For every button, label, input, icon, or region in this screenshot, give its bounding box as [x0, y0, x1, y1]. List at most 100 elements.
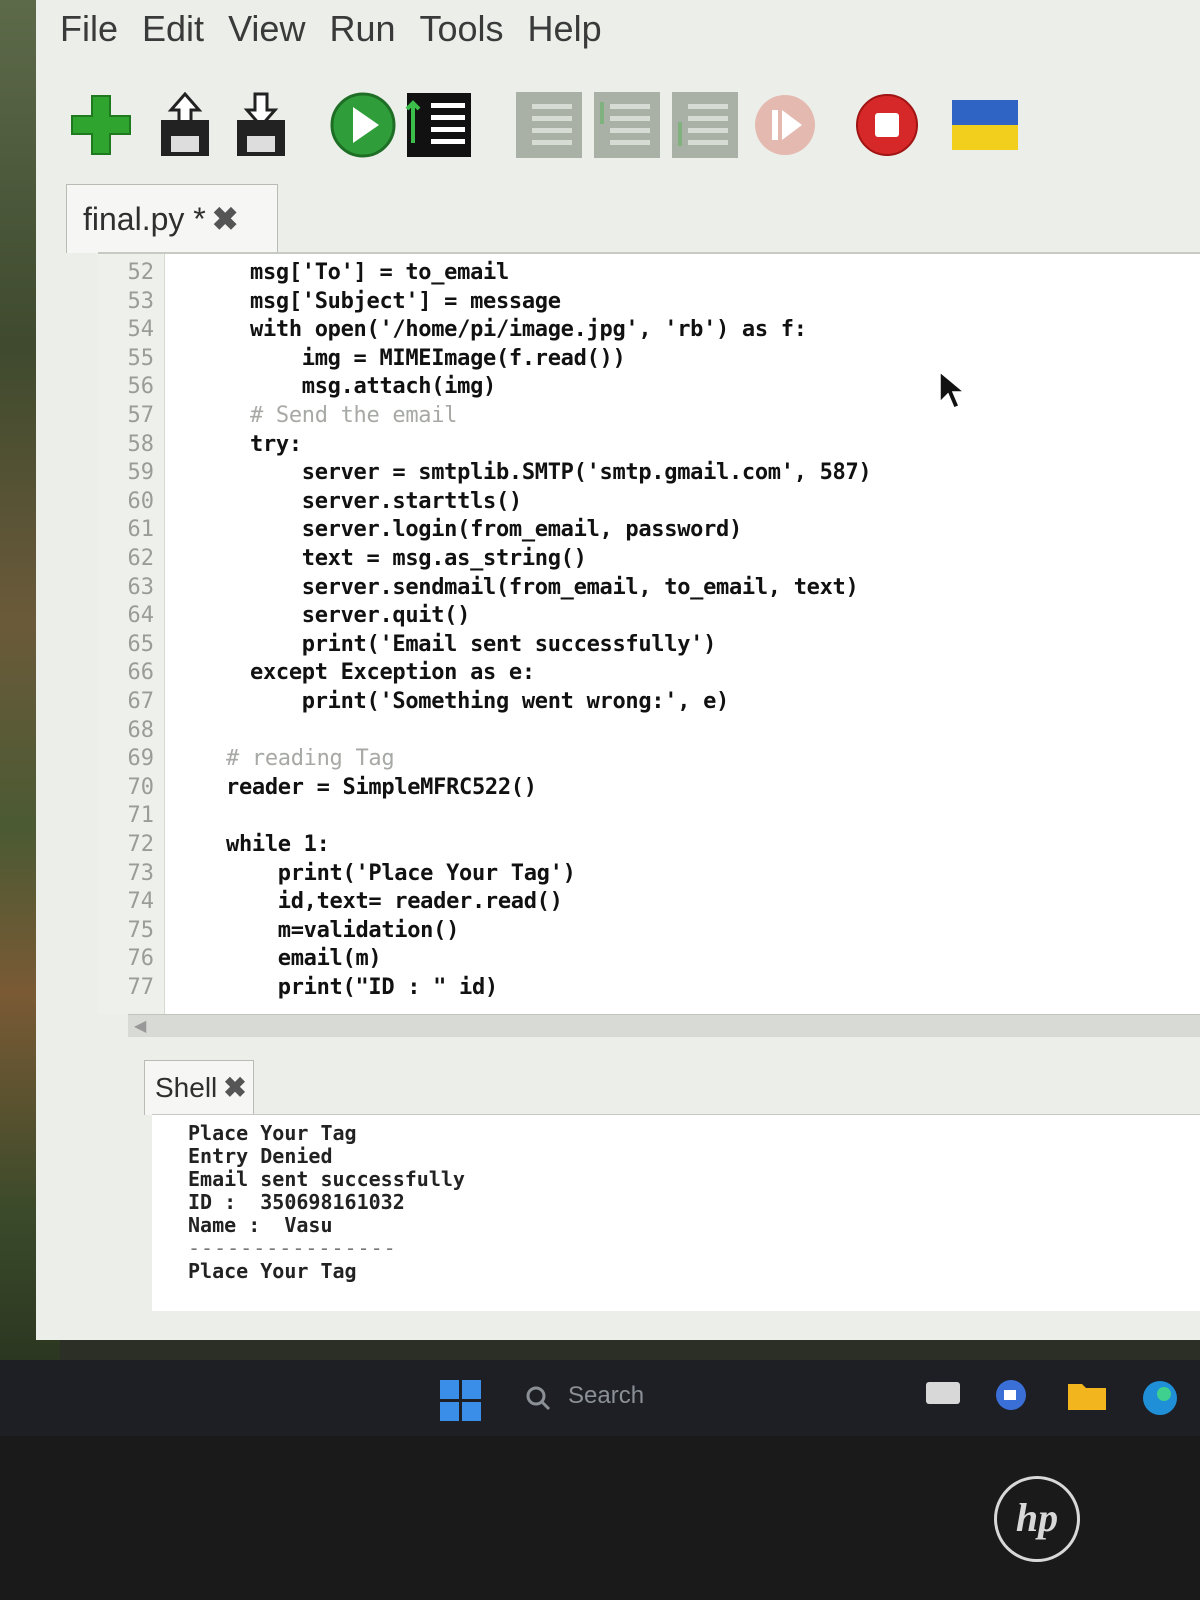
file-explorer-icon[interactable] — [924, 1378, 962, 1412]
step-over-icon — [516, 92, 582, 158]
line-number: 53 — [127, 288, 155, 314]
code-line[interactable]: 56 msg.attach(img) — [98, 372, 1198, 402]
shell-console[interactable]: Place Your Tag Entry Denied Email sent suc… — [152, 1114, 1200, 1311]
code-line[interactable]: 64 server.quit() — [98, 601, 1198, 631]
meet-icon[interactable] — [992, 1378, 1030, 1412]
modified-indicator: * — [193, 201, 206, 237]
ukraine-flag-button[interactable] — [950, 88, 1020, 162]
code-text: print('Email sent successfully') — [250, 631, 717, 657]
code-line[interactable]: 76 email(m) — [98, 944, 1198, 974]
code-text: server.sendmail(from_email, to_email, te… — [250, 574, 859, 600]
ukraine-flag-icon — [952, 100, 1018, 150]
code-line[interactable]: 66 except Exception as e: — [98, 658, 1198, 688]
code-line[interactable]: 58 try: — [98, 430, 1198, 460]
code-line[interactable]: 59 server = smtplib.SMTP('smtp.gmail.com… — [98, 458, 1198, 488]
menu-tools[interactable]: Tools — [408, 4, 516, 54]
code-text: msg['Subject'] = message — [250, 288, 561, 314]
debug-icon — [405, 93, 471, 157]
menu-file[interactable]: File — [48, 4, 130, 54]
close-icon[interactable]: ✖ — [212, 201, 239, 237]
code-text: msg.attach(img) — [250, 374, 497, 400]
menubar: File Edit View Run Tools Help — [48, 4, 614, 54]
code-text: text = msg.as_string() — [250, 546, 587, 571]
step-into-icon — [594, 92, 660, 158]
line-number: 71 — [127, 803, 155, 829]
code-line[interactable]: 68 — [98, 716, 1198, 746]
taskbar: Search — [0, 1360, 1200, 1436]
line-number: 69 — [127, 746, 155, 772]
code-line[interactable]: 60 server.starttls() — [98, 487, 1198, 517]
line-number: 74 — [127, 889, 155, 915]
code-line[interactable]: 72 while 1: — [98, 830, 1198, 860]
line-number: 77 — [127, 975, 155, 1000]
shell-output-line: Entry Denied — [188, 1144, 333, 1168]
line-number: 70 — [127, 774, 155, 800]
shell-output-line: Email sent successfully — [188, 1167, 465, 1191]
code-line[interactable]: 71 — [98, 801, 1198, 831]
code-line[interactable]: 73 print('Place Your Tag') — [98, 859, 1198, 889]
resume-button[interactable] — [750, 88, 820, 162]
scroll-left-icon[interactable]: ◀ — [134, 1016, 146, 1035]
menu-view[interactable]: View — [216, 4, 317, 54]
menu-edit[interactable]: Edit — [130, 4, 216, 54]
save-file-button[interactable] — [226, 88, 296, 162]
menu-help[interactable]: Help — [516, 4, 614, 54]
run-button[interactable] — [328, 88, 398, 162]
shell-output-line: Place Your Tag — [188, 1259, 357, 1283]
code-editor[interactable]: 52 msg['To'] = to_email 53 msg['Subject'] =… — [98, 252, 1200, 1014]
tab-final-py[interactable]: final.py * ✖ — [66, 184, 278, 253]
code-line[interactable]: 57 # Send the email — [98, 401, 1198, 431]
line-number: 56 — [127, 374, 155, 400]
code-line[interactable]: 70 reader = SimpleMFRC522() — [98, 773, 1198, 803]
search-icon — [526, 1386, 551, 1411]
code-text: server.starttls() — [250, 488, 522, 514]
menu-run[interactable]: Run — [317, 4, 407, 54]
line-number: 73 — [127, 860, 155, 886]
edge-icon[interactable] — [1140, 1378, 1178, 1415]
code-text: except Exception as e: — [250, 660, 535, 686]
code-text: with open('/home/pi/image.jpg', 'rb') as… — [250, 317, 807, 343]
save-file-icon — [237, 92, 285, 156]
code-text: # Send the email — [250, 403, 458, 428]
line-number: 68 — [127, 717, 155, 743]
code-line[interactable]: 61 server.login(from_email, password) — [98, 515, 1198, 545]
line-number: 64 — [127, 603, 155, 629]
line-number: 52 — [127, 260, 155, 285]
step-into-button[interactable] — [592, 88, 662, 162]
code-text: print('Something went wrong:', e) — [250, 689, 730, 714]
new-file-button[interactable] — [66, 88, 136, 162]
code-line[interactable]: 54 with open('/home/pi/image.jpg', 'rb') … — [98, 315, 1198, 345]
step-over-button[interactable] — [514, 88, 584, 162]
code-text: msg['To'] = to_email — [250, 260, 509, 285]
folder-icon[interactable] — [1066, 1378, 1106, 1412]
code-line[interactable]: 69 # reading Tag — [98, 744, 1198, 774]
code-line[interactable]: 55 img = MIMEImage(f.read()) — [98, 344, 1198, 374]
stop-button[interactable] — [852, 88, 922, 162]
code-line[interactable]: 52 msg['To'] = to_email — [98, 258, 1198, 288]
open-file-button[interactable] — [150, 88, 220, 162]
code-text: print("ID : " id) — [226, 975, 498, 1000]
code-line[interactable]: 67 print('Something went wrong:', e) — [98, 687, 1198, 717]
open-file-icon — [161, 92, 209, 156]
code-line[interactable]: 63 server.sendmail(from_email, to_email,… — [98, 573, 1198, 603]
line-number: 65 — [127, 631, 155, 657]
tab-shell[interactable]: Shell ✖ — [144, 1060, 254, 1115]
windows-start-icon[interactable] — [440, 1380, 482, 1422]
shell-output-line: ---------------- — [188, 1236, 397, 1260]
step-out-button[interactable] — [670, 88, 740, 162]
hp-logo: hp — [994, 1476, 1080, 1562]
line-number: 76 — [127, 946, 155, 972]
code-line[interactable]: 77 print("ID : " id) — [98, 973, 1198, 1003]
code-line[interactable]: 65 print('Email sent successfully') — [98, 630, 1198, 660]
code-line[interactable]: 75 m=validation() — [98, 916, 1198, 946]
code-line[interactable]: 74 id,text= reader.read() — [98, 887, 1198, 917]
code-text: try: — [250, 431, 302, 457]
resume-icon — [755, 95, 815, 155]
debug-button[interactable] — [404, 88, 474, 162]
close-icon[interactable]: ✖ — [223, 1072, 246, 1103]
line-number: 62 — [127, 546, 155, 571]
code-line[interactable]: 62 text = msg.as_string() — [98, 544, 1198, 574]
horizontal-scrollbar[interactable]: ◀ — [128, 1014, 1200, 1037]
code-line[interactable]: 53 msg['Subject'] = message — [98, 287, 1198, 317]
shell-output-line: Name : Vasu — [188, 1213, 333, 1237]
